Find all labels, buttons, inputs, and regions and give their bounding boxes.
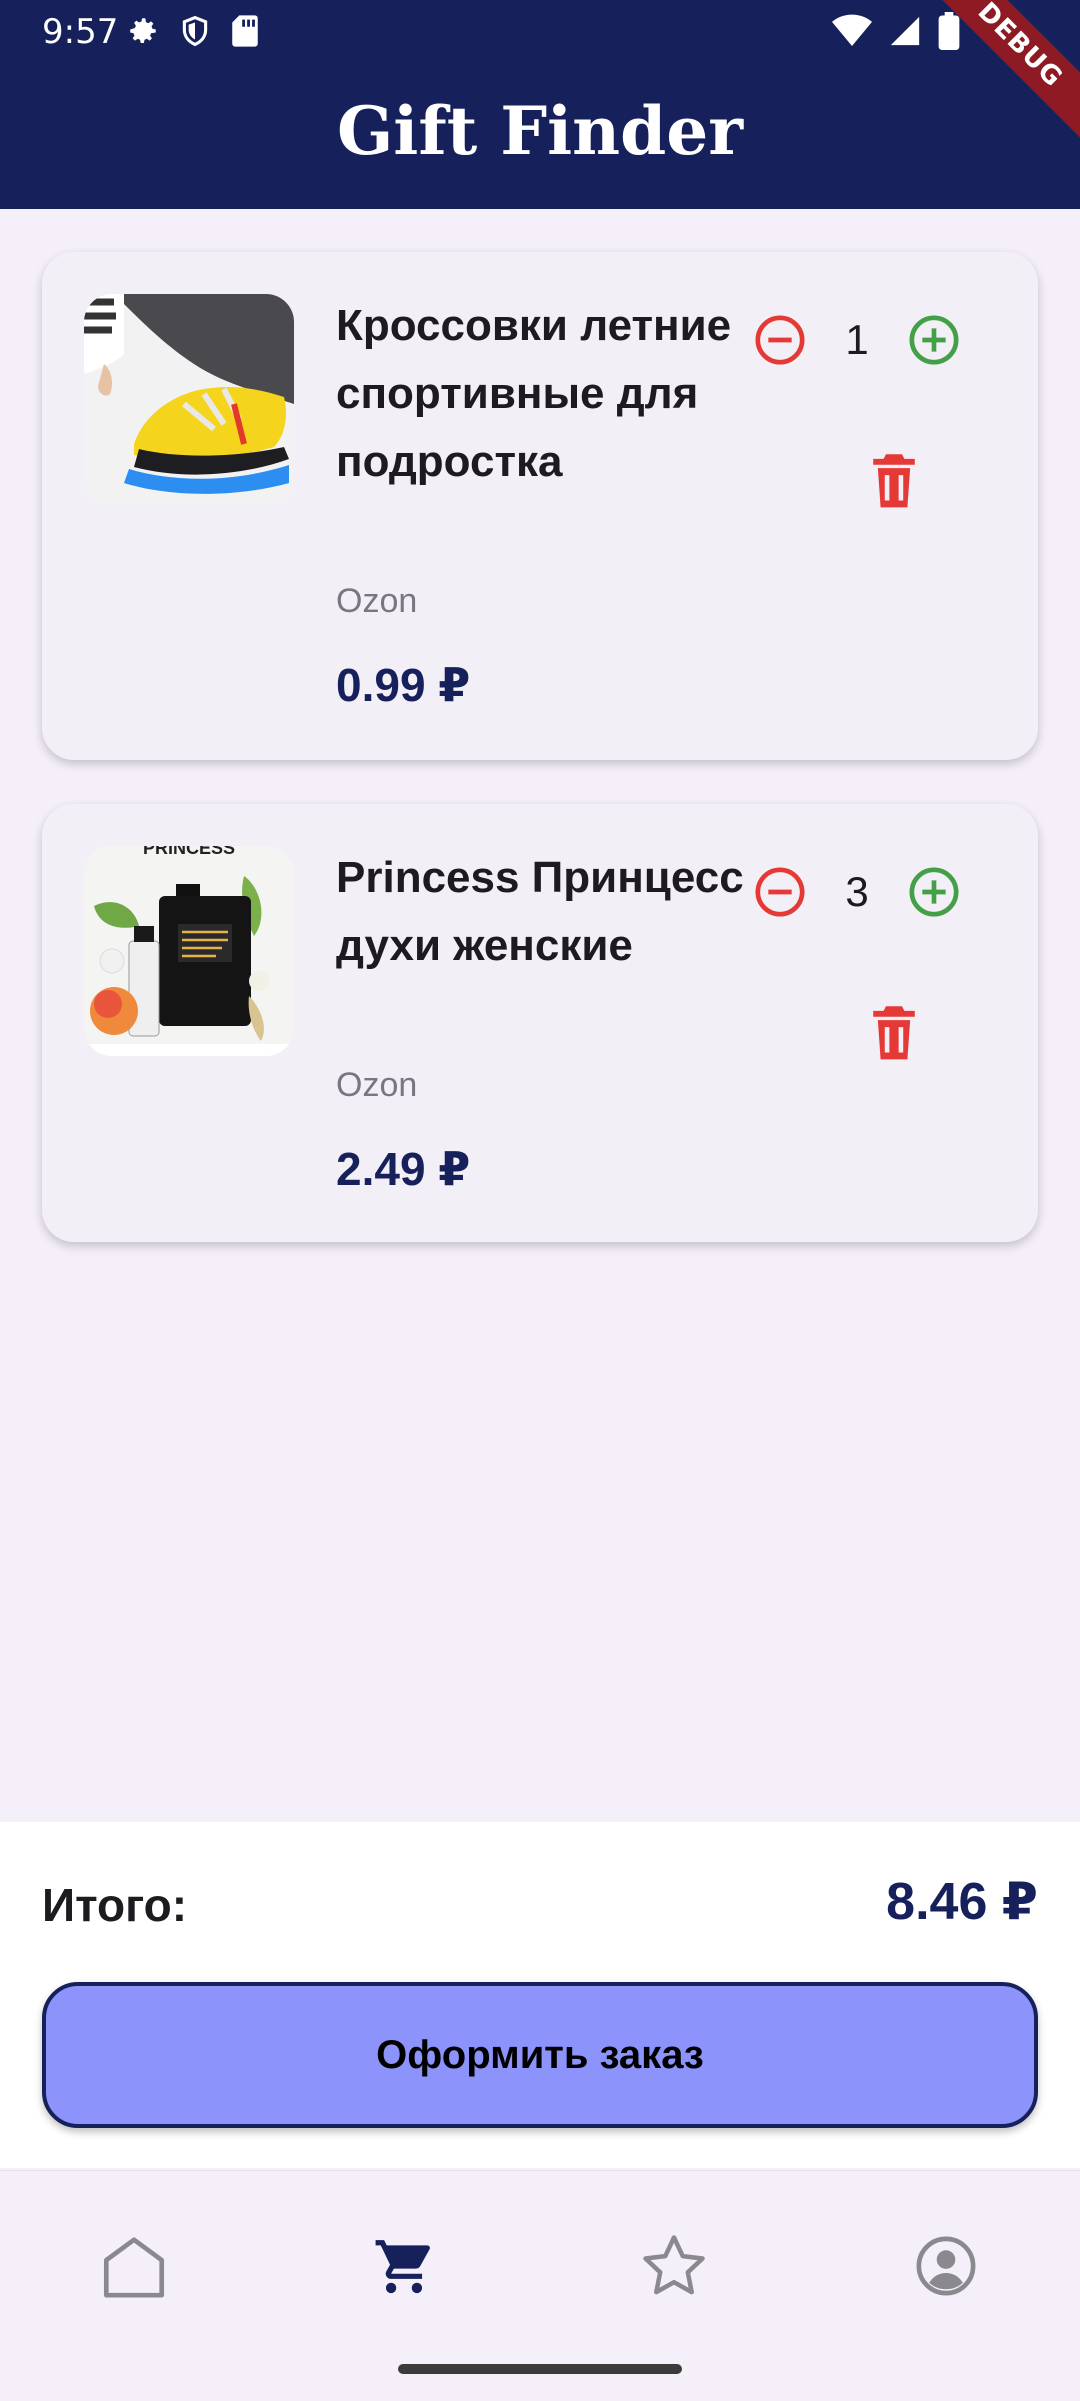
checkout-button[interactable]: Оформить заказ bbox=[42, 1982, 1038, 2128]
nav-home[interactable] bbox=[74, 2221, 194, 2311]
product-store: Ozon bbox=[336, 582, 418, 620]
gesture-home-bar[interactable] bbox=[398, 2364, 682, 2374]
app-bar: 9:57 DEBUG Gift Finder bbox=[0, 0, 1080, 209]
product-price: 2.49 ₽ bbox=[336, 1143, 471, 1195]
product-name: Princess Принцесс духи женские bbox=[336, 853, 744, 970]
decrease-quantity-button[interactable] bbox=[750, 862, 810, 922]
nav-favorites[interactable] bbox=[614, 2221, 734, 2311]
app-title: Gift Finder bbox=[336, 92, 744, 170]
increase-quantity-button[interactable] bbox=[904, 862, 964, 922]
quantity-value: 3 bbox=[845, 868, 869, 915]
minus-circle-icon bbox=[755, 315, 805, 365]
sd-card-icon bbox=[232, 15, 258, 47]
quantity-stepper: 1 bbox=[750, 310, 1022, 370]
plus-circle-icon bbox=[909, 867, 959, 917]
product-image bbox=[84, 294, 294, 504]
decrease-quantity-button[interactable] bbox=[750, 310, 810, 370]
quantity-value: 1 bbox=[845, 316, 869, 363]
nav-cart[interactable] bbox=[344, 2221, 464, 2311]
product-store: Ozon bbox=[336, 1066, 418, 1104]
status-bar: 9:57 bbox=[0, 0, 1080, 64]
quantity-stepper: 3 bbox=[750, 862, 1022, 922]
trash-icon bbox=[873, 1006, 915, 1060]
increase-quantity-button[interactable] bbox=[904, 310, 964, 370]
product-image-caption: PRINCESS bbox=[143, 846, 235, 858]
nav-profile[interactable] bbox=[886, 2221, 1006, 2311]
product-name: Кроссовки летние спортивные для подростк… bbox=[336, 301, 732, 486]
settings-icon bbox=[130, 18, 156, 44]
product-price: 0.99 ₽ bbox=[336, 659, 471, 711]
total-value: 8.46 ₽ bbox=[886, 1873, 1038, 1931]
shield-icon bbox=[182, 15, 208, 47]
wifi-icon bbox=[832, 14, 872, 46]
delete-item-button[interactable] bbox=[866, 1004, 922, 1064]
cart-item-card: Кроссовки летние спортивные для подростк… bbox=[42, 252, 1038, 760]
home-icon bbox=[103, 2237, 165, 2298]
star-icon bbox=[643, 2235, 705, 2295]
order-summary: Итого: 8.46 ₽ Оформить заказ bbox=[0, 1822, 1080, 2168]
signal-icon bbox=[890, 16, 920, 46]
battery-icon bbox=[938, 12, 960, 50]
delete-item-button[interactable] bbox=[866, 452, 922, 512]
total-label: Итого: bbox=[42, 1879, 188, 1931]
status-time: 9:57 bbox=[42, 12, 119, 52]
plus-circle-icon bbox=[909, 315, 959, 365]
product-image: PRINCESS bbox=[84, 846, 294, 1056]
minus-circle-icon bbox=[755, 867, 805, 917]
cart-icon bbox=[375, 2240, 430, 2294]
trash-icon bbox=[873, 454, 915, 508]
profile-icon bbox=[916, 2236, 976, 2296]
cart-item-card: PRINCESS Princess Принцесс духи женские … bbox=[42, 804, 1038, 1242]
